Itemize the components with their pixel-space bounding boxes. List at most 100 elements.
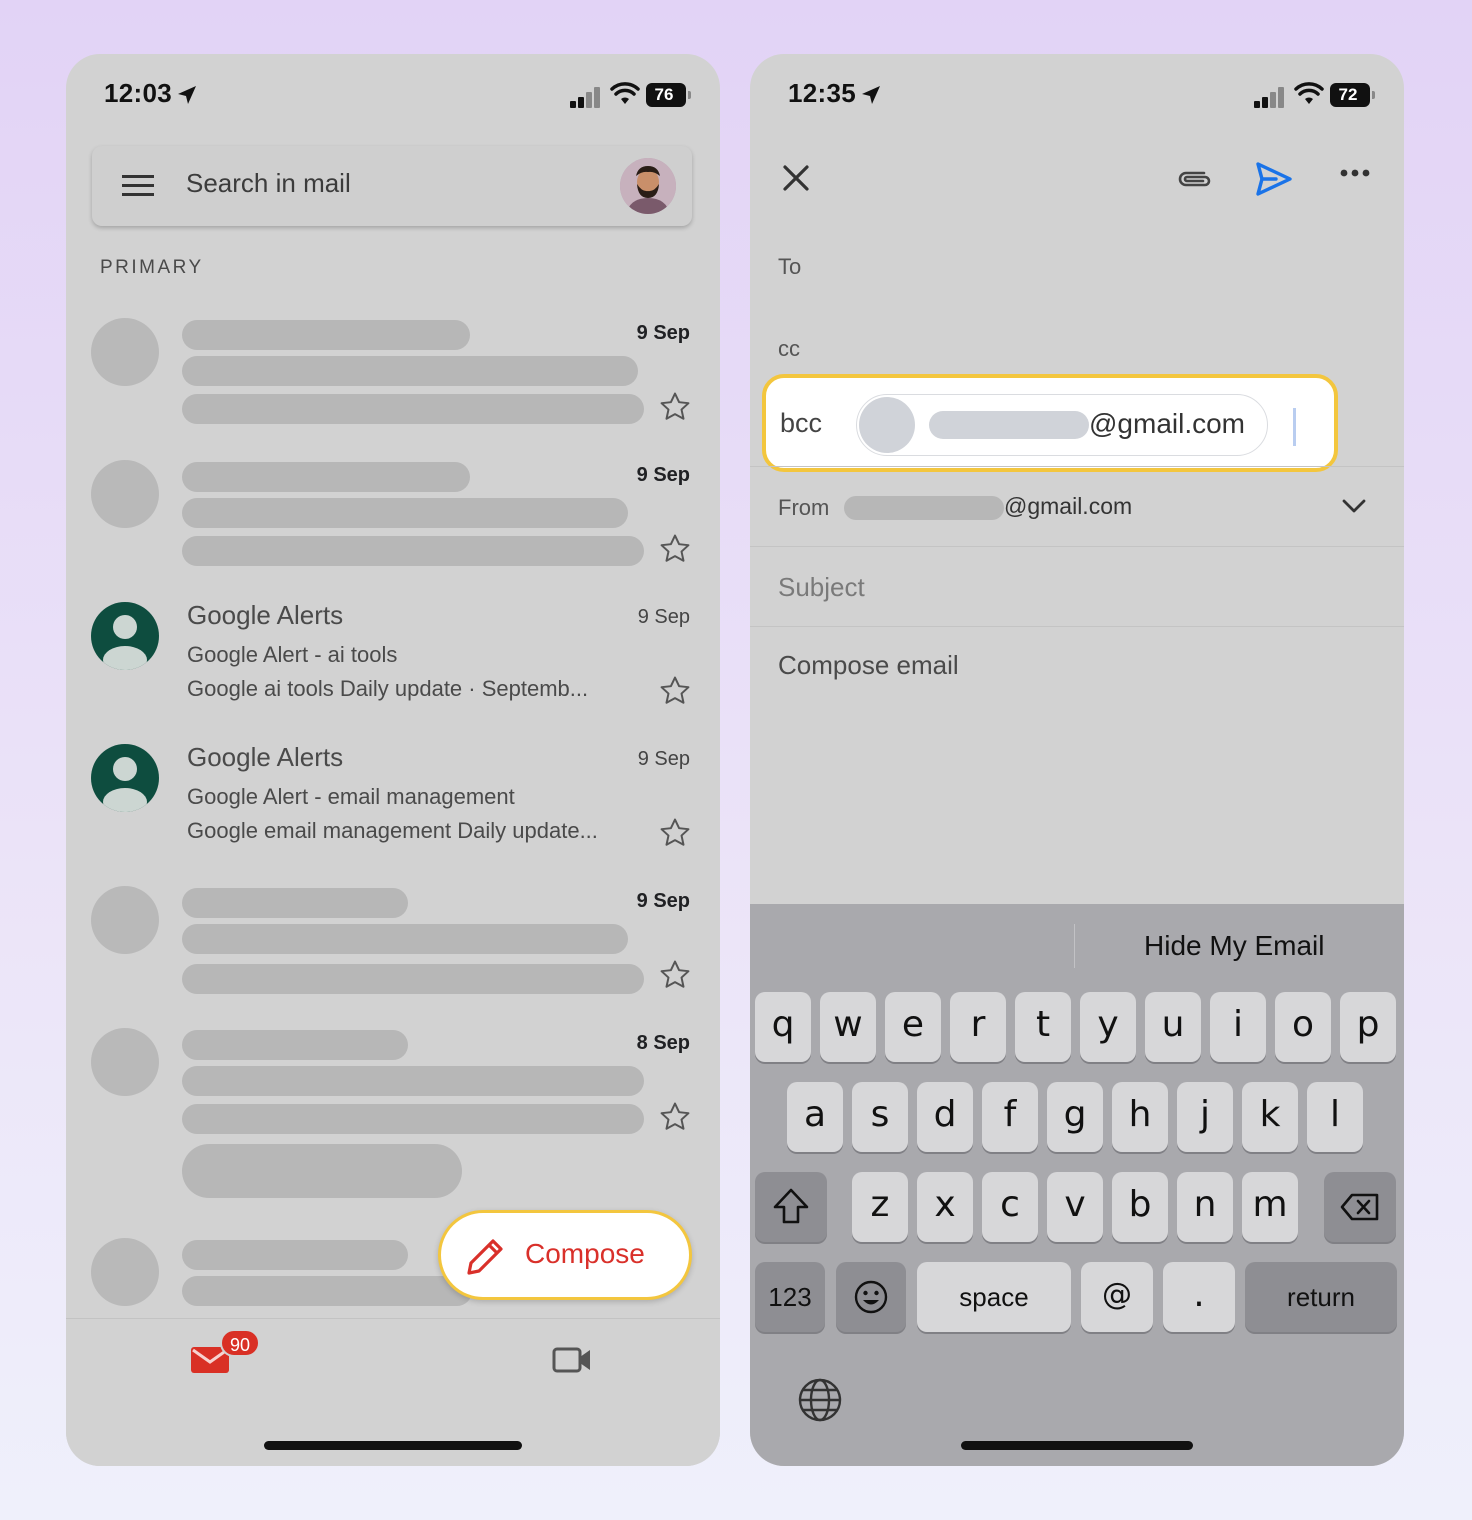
key-i[interactable]: i (1210, 992, 1266, 1062)
key-l[interactable]: l (1307, 1082, 1363, 1152)
key-q[interactable]: q (755, 992, 811, 1062)
redacted-bar (182, 462, 470, 492)
list-item[interactable]: Google Alerts 9 Sep Google Alert - ai to… (66, 600, 720, 740)
list-item[interactable]: 9 Sep (66, 884, 720, 1024)
key-g[interactable]: g (1047, 1082, 1103, 1152)
key-m[interactable]: m (1242, 1172, 1298, 1242)
recipient-domain: @gmail.com (1089, 408, 1246, 439)
key-x[interactable]: x (917, 1172, 973, 1242)
key-r[interactable]: r (950, 992, 1006, 1062)
list-item[interactable]: 8 Sep (66, 1026, 720, 1206)
bcc-field[interactable]: bcc @gmail.com (762, 374, 1338, 472)
key-y[interactable]: y (1080, 992, 1136, 1062)
compose-label: Compose (525, 1238, 645, 1269)
recipient-chip[interactable]: @gmail.com (856, 394, 1268, 456)
globe-icon[interactable] (796, 1376, 844, 1424)
key-o[interactable]: o (1275, 992, 1331, 1062)
from-domain: @gmail.com (1004, 493, 1133, 519)
key-w[interactable]: w (820, 992, 876, 1062)
key-a[interactable]: a (787, 1082, 843, 1152)
account-avatar[interactable] (620, 158, 676, 214)
key-b[interactable]: b (1112, 1172, 1168, 1242)
key-u[interactable]: u (1145, 992, 1201, 1062)
video-camera-icon[interactable] (552, 1343, 592, 1375)
redacted-bar (182, 888, 408, 918)
location-arrow-icon (862, 86, 880, 104)
redacted-bar (182, 498, 628, 528)
send-icon[interactable] (1254, 160, 1294, 198)
key-t[interactable]: t (1015, 992, 1071, 1062)
key-s[interactable]: s (852, 1082, 908, 1152)
star-icon[interactable] (658, 1100, 692, 1134)
paperclip-icon[interactable] (1174, 164, 1214, 194)
status-bar: 12:35 72 (750, 76, 1404, 116)
star-icon[interactable] (658, 674, 692, 708)
more-options-icon[interactable] (1340, 168, 1370, 178)
search-input[interactable]: Search in mail (186, 168, 351, 199)
key-k[interactable]: k (1242, 1082, 1298, 1152)
from-label: From (778, 495, 830, 520)
key-v[interactable]: v (1047, 1172, 1103, 1242)
star-icon[interactable] (658, 816, 692, 850)
list-item[interactable]: Google Alerts 9 Sep Google Alert - email… (66, 742, 720, 882)
at-key[interactable]: @ (1081, 1262, 1153, 1332)
key-f[interactable]: f (982, 1082, 1038, 1152)
key-c[interactable]: c (982, 1172, 1038, 1242)
redacted-bar (182, 964, 644, 994)
pencil-icon (467, 1239, 503, 1275)
star-icon[interactable] (658, 532, 692, 566)
list-item[interactable]: 9 Sep (66, 316, 720, 456)
close-icon[interactable] (780, 162, 812, 194)
to-field[interactable]: To (778, 254, 801, 280)
emoji-icon (854, 1280, 888, 1314)
backspace-key[interactable] (1324, 1172, 1396, 1242)
row-date: 8 Sep (636, 1032, 690, 1054)
home-indicator (264, 1441, 522, 1450)
recipient-avatar (859, 397, 915, 453)
divider (750, 466, 1404, 467)
hide-my-email-suggestion[interactable]: Hide My Email (1144, 930, 1324, 962)
compose-button[interactable]: Compose (438, 1210, 692, 1300)
signal-icon (570, 86, 602, 108)
unread-count-badge: 90 (220, 1329, 260, 1357)
shift-key[interactable] (755, 1172, 827, 1242)
redacted-bar (182, 1066, 644, 1096)
row-date: 9 Sep (636, 322, 690, 344)
numbers-key[interactable]: 123 (755, 1262, 825, 1332)
period-key[interactable]: . (1163, 1262, 1235, 1332)
key-h[interactable]: h (1112, 1082, 1168, 1152)
battery-indicator: 76 (646, 83, 691, 107)
key-j[interactable]: j (1177, 1082, 1233, 1152)
row-sender: Google Alerts (187, 742, 344, 772)
redacted-bar (182, 1104, 644, 1134)
key-z[interactable]: z (852, 1172, 908, 1242)
person-avatar-icon (91, 744, 159, 812)
space-key[interactable]: space (917, 1262, 1071, 1332)
divider (750, 626, 1404, 627)
sender-avatar (91, 460, 159, 528)
subject-input[interactable]: Subject (778, 572, 865, 603)
return-key[interactable]: return (1245, 1262, 1397, 1332)
divider (1074, 924, 1075, 968)
compose-toolbar (750, 154, 1404, 206)
home-indicator (961, 1441, 1193, 1450)
search-bar[interactable]: Search in mail (92, 146, 692, 226)
battery-indicator: 72 (1330, 83, 1375, 107)
key-n[interactable]: n (1177, 1172, 1233, 1242)
list-item[interactable]: 9 Sep (66, 458, 720, 598)
location-arrow-icon (178, 86, 196, 104)
compose-body-input[interactable]: Compose email (778, 650, 959, 681)
key-p[interactable]: p (1340, 992, 1396, 1062)
row-date: 9 Sep (637, 748, 690, 770)
key-e[interactable]: e (885, 992, 941, 1062)
star-icon[interactable] (658, 390, 692, 424)
cc-field[interactable]: cc (778, 336, 800, 362)
inbox-screen: 12:03 76 Search in mail PRIMARY 9 Sep 9 … (66, 54, 720, 1466)
chevron-down-icon[interactable] (1342, 498, 1366, 514)
row-date: 9 Sep (636, 890, 690, 912)
row-sender: Google Alerts (187, 600, 344, 630)
key-d[interactable]: d (917, 1082, 973, 1152)
emoji-key[interactable] (836, 1262, 906, 1332)
star-icon[interactable] (658, 958, 692, 992)
hamburger-menu-icon[interactable] (122, 174, 156, 198)
